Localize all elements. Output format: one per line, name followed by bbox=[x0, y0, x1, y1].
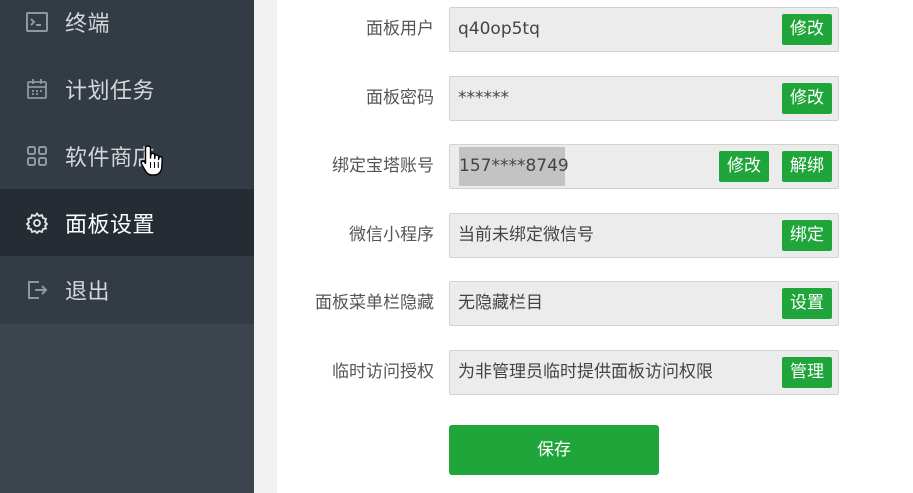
setting-label: 微信小程序 bbox=[349, 225, 434, 245]
sidebar-item-label: 终端 bbox=[65, 11, 111, 37]
menu-hidden-field[interactable]: 无隐藏栏目 设置 bbox=[449, 281, 839, 326]
sidebar-item-settings[interactable]: 面板设置 bbox=[0, 189, 254, 256]
edit-bt-account-button[interactable]: 修改 bbox=[719, 151, 769, 182]
setting-label: 面板密码 bbox=[366, 88, 434, 108]
setting-row-bt-account: 绑定宝塔账号 157****8749 修改 解绑 bbox=[277, 144, 913, 189]
setting-value: 当前未绑定微信号 bbox=[458, 225, 594, 245]
setting-value: 为非管理员临时提供面板访问权限 bbox=[458, 362, 713, 382]
sidebar: 终端 计划任务 软件商店 面板设置 退出 bbox=[0, 0, 254, 493]
setting-row-temp-access: 临时访问授权 为非管理员临时提供面板访问权限 管理 bbox=[277, 350, 913, 395]
setting-row-menu-hidden: 面板菜单栏隐藏 无隐藏栏目 设置 bbox=[277, 281, 913, 326]
bind-wechat-button[interactable]: 绑定 bbox=[782, 220, 832, 251]
edit-panel-user-button[interactable]: 修改 bbox=[782, 14, 832, 45]
setting-row-panel-user: 面板用户 q40op5tq 修改 bbox=[277, 7, 913, 52]
setting-value: q40op5tq bbox=[458, 19, 540, 39]
setting-value: ****** bbox=[458, 88, 509, 108]
sidebar-item-label: 软件商店 bbox=[65, 145, 156, 171]
save-button[interactable]: 保存 bbox=[449, 425, 659, 475]
panel-password-field[interactable]: ****** 修改 bbox=[449, 76, 839, 121]
setting-value: 无隐藏栏目 bbox=[458, 293, 543, 313]
setting-label: 临时访问授权 bbox=[332, 362, 434, 382]
setting-label: 面板菜单栏隐藏 bbox=[315, 293, 434, 313]
sidebar-item-store[interactable]: 软件商店 bbox=[0, 122, 254, 189]
sidebar-item-terminal[interactable]: 终端 bbox=[0, 0, 254, 55]
terminal-icon bbox=[25, 10, 49, 34]
panel-user-field[interactable]: q40op5tq 修改 bbox=[449, 7, 839, 52]
sidebar-item-label: 退出 bbox=[65, 279, 111, 305]
logout-icon bbox=[25, 278, 49, 302]
sidebar-item-label: 计划任务 bbox=[65, 78, 156, 104]
bt-account-field[interactable]: 157****8749 修改 解绑 bbox=[449, 144, 839, 189]
unbind-bt-account-button[interactable]: 解绑 bbox=[782, 151, 832, 182]
setting-value: 157****8749 bbox=[459, 147, 569, 186]
settings-panel: 面板用户 q40op5tq 修改 面板密码 ****** 修改 绑定宝塔账号 1… bbox=[277, 0, 913, 493]
calendar-icon bbox=[25, 77, 49, 101]
setting-row-panel-password: 面板密码 ****** 修改 bbox=[277, 76, 913, 121]
temp-access-field[interactable]: 为非管理员临时提供面板访问权限 管理 bbox=[449, 350, 839, 395]
manage-temp-access-button[interactable]: 管理 bbox=[782, 357, 832, 388]
sidebar-item-label: 面板设置 bbox=[65, 212, 156, 238]
edit-panel-password-button[interactable]: 修改 bbox=[782, 83, 832, 114]
setting-row-wechat-app: 微信小程序 当前未绑定微信号 绑定 bbox=[277, 213, 913, 258]
wechat-app-field[interactable]: 当前未绑定微信号 绑定 bbox=[449, 213, 839, 258]
grid-icon bbox=[25, 144, 49, 168]
setting-label: 面板用户 bbox=[366, 19, 434, 39]
sidebar-item-logout[interactable]: 退出 bbox=[0, 256, 254, 323]
set-menu-hidden-button[interactable]: 设置 bbox=[782, 288, 832, 319]
gear-icon bbox=[25, 211, 49, 235]
sidebar-item-cron[interactable]: 计划任务 bbox=[0, 55, 254, 122]
sidebar-nav: 终端 计划任务 软件商店 面板设置 退出 bbox=[0, 0, 254, 324]
setting-label: 绑定宝塔账号 bbox=[332, 156, 434, 176]
